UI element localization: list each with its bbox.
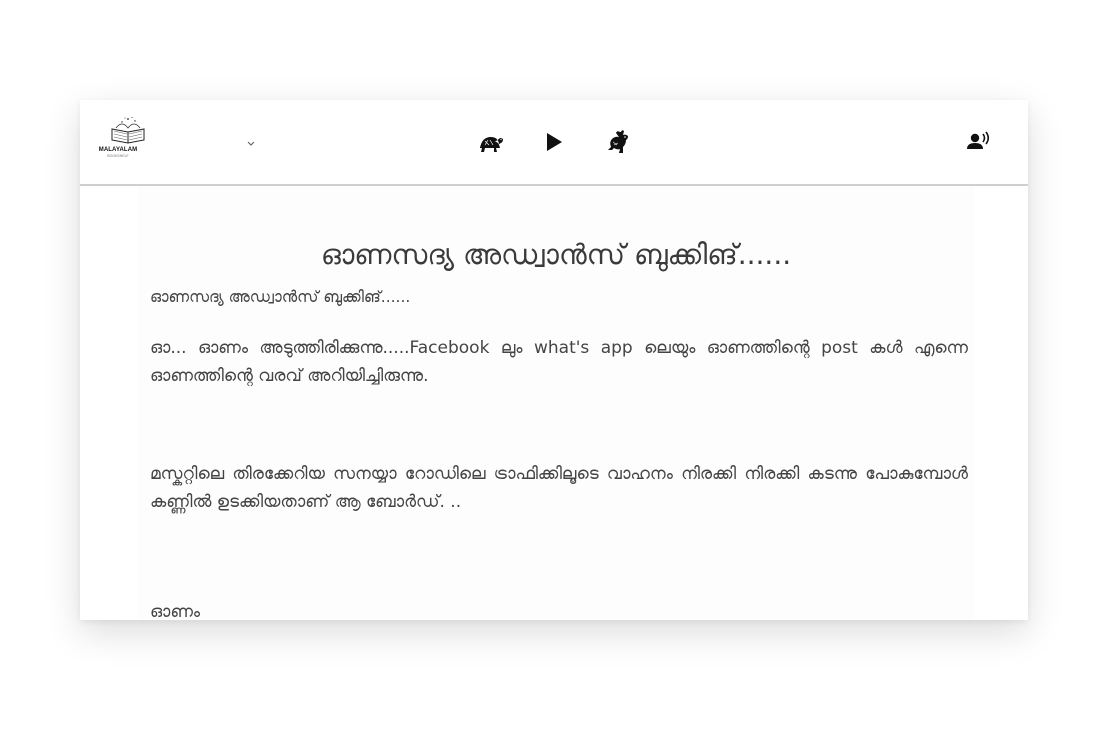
chevron-down-icon[interactable] [245, 134, 257, 146]
article-title: ഓണസദ്യ അഡ്വാൻസ് ബുക്കിങ്...... [320, 238, 792, 271]
paragraph: മസ്കറ്റിലെ തിരക്കേറിയ സനയ്യാ റോഡിലെ ട്രാ… [150, 464, 968, 512]
paragraph: ഓ... ഓണം അടുത്തിരിക്കുന്നു.....Facebook … [150, 338, 968, 386]
logo-subtitle: BOOKSHELF [107, 154, 129, 158]
toolbar: MALAYALAM BOOKSHELF [80, 100, 1028, 186]
speaker-person-icon[interactable] [964, 128, 992, 156]
content-area[interactable]: ഓണസദ്യ അഡ്വാൻസ് ബുക്കിങ്...... ഓണസദ്യ അഡ… [80, 186, 1028, 620]
rabbit-icon[interactable] [604, 128, 632, 156]
article-subtitle: ഓണസദ്യ അഡ്വാൻസ് ബുക്കിങ്...... [150, 288, 411, 306]
paragraph: ഓണം [150, 602, 200, 620]
tortoise-icon[interactable] [476, 128, 504, 156]
article: ഓണസദ്യ അഡ്വാൻസ് ബുക്കിങ്...... ഓണസദ്യ അഡ… [138, 186, 974, 620]
reader-window: MALAYALAM BOOKSHELF ഓണസദ്യ അഡ്വാൻസ് ബുക്… [80, 100, 1028, 620]
app-logo[interactable]: MALAYALAM BOOKSHELF [98, 116, 158, 168]
open-book-logo-icon [111, 117, 145, 144]
play-icon[interactable] [540, 128, 568, 156]
logo-title: MALAYALAM [98, 147, 138, 153]
